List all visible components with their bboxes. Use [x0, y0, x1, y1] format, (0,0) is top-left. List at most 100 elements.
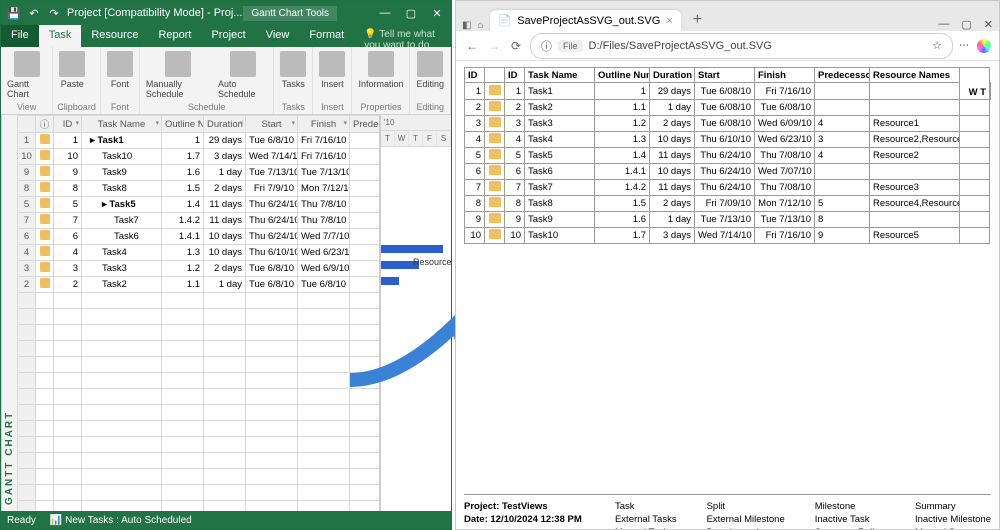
- task-row[interactable]: 11▸ Task1129 daysTue 6/8/10Fri 7/16/10: [18, 133, 380, 149]
- cell-name[interactable]: Task7: [82, 213, 162, 229]
- cell-pred[interactable]: [350, 213, 380, 229]
- cell-outline[interactable]: 1.2: [162, 261, 204, 277]
- cell-pred[interactable]: [350, 149, 380, 165]
- row-number[interactable]: 8: [18, 181, 36, 197]
- cell-pred[interactable]: [350, 261, 380, 277]
- ribbon-tab-resource[interactable]: Resource: [81, 25, 148, 47]
- menu-icon[interactable]: ⋯: [959, 40, 969, 51]
- row-number[interactable]: 6: [18, 229, 36, 245]
- cell-finish[interactable]: Wed 6/9/10: [298, 261, 350, 277]
- profile-icon[interactable]: ◧: [462, 20, 471, 31]
- row-number[interactable]: 9: [18, 165, 36, 181]
- cell-outline[interactable]: 1.4.1: [162, 229, 204, 245]
- address-bar[interactable]: ⓘ File D:/Files/SaveProjectAsSVG_out.SVG…: [530, 33, 953, 59]
- column-header[interactable]: Finish▾: [298, 116, 350, 133]
- cell-id[interactable]: 3: [54, 261, 82, 277]
- cell-pred[interactable]: [350, 165, 380, 181]
- ribbon-button[interactable]: Information: [356, 49, 405, 91]
- ribbon-button[interactable]: Insert: [317, 49, 347, 91]
- cell-start[interactable]: Tue 6/8/10: [246, 133, 298, 149]
- cell-duration[interactable]: 1 day: [204, 277, 246, 293]
- task-row[interactable]: 88Task81.52 daysFri 7/9/10Mon 7/12/10: [18, 181, 380, 197]
- row-number[interactable]: 1: [18, 133, 36, 149]
- cell-name[interactable]: Task3: [82, 261, 162, 277]
- cell-pred[interactable]: [350, 181, 380, 197]
- cell-id[interactable]: 4: [54, 245, 82, 261]
- row-number[interactable]: 3: [18, 261, 36, 277]
- cell-outline[interactable]: 1.7: [162, 149, 204, 165]
- cell-outline[interactable]: 1.1: [162, 277, 204, 293]
- task-row[interactable]: 99Task91.61 dayTue 7/13/10Tue 7/13/10: [18, 165, 380, 181]
- cell-finish[interactable]: Tue 6/8/10: [298, 277, 350, 293]
- task-row[interactable]: 55▸ Task51.411 daysThu 6/24/10Thu 7/8/10: [18, 197, 380, 213]
- empty-row[interactable]: [18, 325, 380, 341]
- empty-row[interactable]: [18, 437, 380, 453]
- cell-start[interactable]: Tue 7/13/10: [246, 165, 298, 181]
- gantt-bar[interactable]: [381, 245, 443, 253]
- cell-duration[interactable]: 10 days: [204, 229, 246, 245]
- cell-name[interactable]: Task10: [82, 149, 162, 165]
- cell-start[interactable]: Tue 6/8/10: [246, 277, 298, 293]
- row-number[interactable]: 5: [18, 197, 36, 213]
- home-icon[interactable]: ⌂: [477, 20, 483, 31]
- save-icon[interactable]: 💾: [7, 6, 21, 20]
- browser-tab[interactable]: 📄 SaveProjectAsSVG_out.SVG ×: [490, 10, 681, 31]
- tab-close-icon[interactable]: ×: [666, 15, 672, 27]
- empty-row[interactable]: [18, 485, 380, 501]
- empty-row[interactable]: [18, 469, 380, 485]
- empty-row[interactable]: [18, 405, 380, 421]
- cell-duration[interactable]: 11 days: [204, 213, 246, 229]
- cell-outline[interactable]: 1: [162, 133, 204, 149]
- cell-pred[interactable]: [350, 245, 380, 261]
- minimize-icon[interactable]: —: [938, 18, 949, 31]
- ribbon-button[interactable]: Editing: [414, 49, 446, 91]
- cell-name[interactable]: Task8: [82, 181, 162, 197]
- maximize-icon[interactable]: ▢: [403, 7, 419, 20]
- back-button[interactable]: ←: [464, 39, 480, 53]
- cell-id[interactable]: 6: [54, 229, 82, 245]
- cell-start[interactable]: Fri 7/9/10: [246, 181, 298, 197]
- tell-me-input[interactable]: Tell me what you want to do...: [354, 25, 451, 47]
- cell-name[interactable]: Task2: [82, 277, 162, 293]
- cell-duration[interactable]: 2 days: [204, 261, 246, 277]
- empty-row[interactable]: [18, 501, 380, 512]
- minimize-icon[interactable]: —: [377, 7, 393, 20]
- cell-start[interactable]: Thu 6/10/10: [246, 245, 298, 261]
- empty-row[interactable]: [18, 341, 380, 357]
- row-number[interactable]: 7: [18, 213, 36, 229]
- cell-name[interactable]: Task9: [82, 165, 162, 181]
- star-icon[interactable]: ☆: [932, 39, 942, 52]
- empty-row[interactable]: [18, 309, 380, 325]
- cell-duration[interactable]: 2 days: [204, 181, 246, 197]
- cell-id[interactable]: 2: [54, 277, 82, 293]
- cell-outline[interactable]: 1.4: [162, 197, 204, 213]
- cell-id[interactable]: 10: [54, 149, 82, 165]
- ribbon-button[interactable]: Manually Schedule: [144, 49, 212, 101]
- empty-row[interactable]: [18, 389, 380, 405]
- cell-finish[interactable]: Mon 7/12/10: [298, 181, 350, 197]
- cell-duration[interactable]: 29 days: [204, 133, 246, 149]
- column-header[interactable]: Start▾: [246, 116, 298, 133]
- ribbon-tab-task[interactable]: Task: [39, 25, 82, 47]
- ribbon-tab-view[interactable]: View: [256, 25, 300, 47]
- task-row[interactable]: 77Task71.4.211 daysThu 6/24/10Thu 7/8/10: [18, 213, 380, 229]
- ribbon-button[interactable]: Font: [105, 49, 135, 91]
- col-rownum[interactable]: [18, 116, 36, 133]
- cell-pred[interactable]: [350, 277, 380, 293]
- cell-duration[interactable]: 3 days: [204, 149, 246, 165]
- column-header[interactable]: Predeces▾: [350, 116, 380, 133]
- empty-row[interactable]: [18, 357, 380, 373]
- row-number[interactable]: 10: [18, 149, 36, 165]
- row-number[interactable]: 2: [18, 277, 36, 293]
- column-header[interactable]: Outline Number▾: [162, 116, 204, 133]
- ribbon-tab-file[interactable]: File: [1, 25, 39, 47]
- cell-finish[interactable]: Wed 6/23/10: [298, 245, 350, 261]
- cell-outline[interactable]: 1.4.2: [162, 213, 204, 229]
- cell-name[interactable]: ▸ Task5: [82, 197, 162, 213]
- cell-outline[interactable]: 1.6: [162, 165, 204, 181]
- redo-icon[interactable]: ↷: [47, 6, 61, 20]
- cell-id[interactable]: 7: [54, 213, 82, 229]
- cell-pred[interactable]: [350, 229, 380, 245]
- cell-duration[interactable]: 10 days: [204, 245, 246, 261]
- cell-finish[interactable]: Fri 7/16/10: [298, 133, 350, 149]
